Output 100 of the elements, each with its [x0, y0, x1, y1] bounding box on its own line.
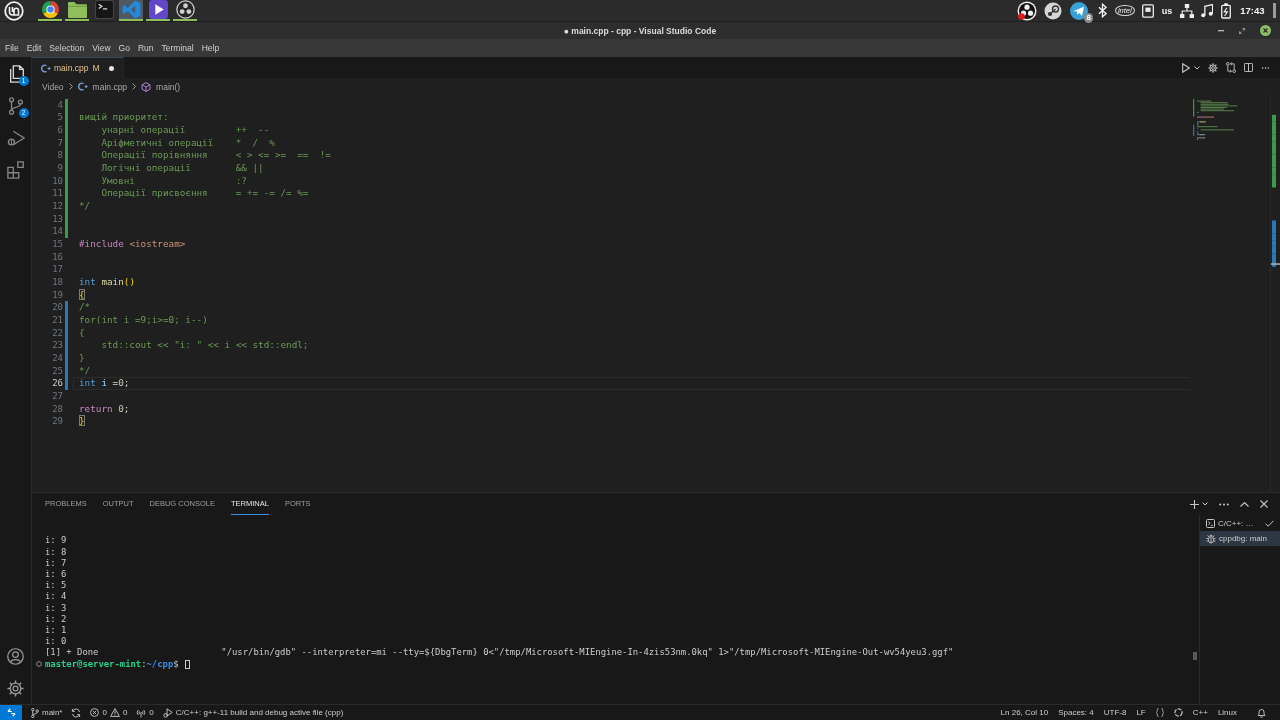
files-icon[interactable] [7, 64, 24, 83]
menu-item[interactable]: Edit [22, 43, 46, 53]
remote-button[interactable] [0, 705, 22, 720]
chevron-right-icon [68, 83, 73, 90]
bell-icon[interactable] [1257, 707, 1266, 718]
minimize-icon[interactable] [1218, 29, 1224, 32]
paper-plane-icon[interactable] [1069, 1, 1088, 20]
code-line: Умовні :? [101, 174, 247, 188]
taskbar-button[interactable] [173, 0, 197, 21]
ring-logo-icon[interactable] [1016, 0, 1037, 21]
problems-button[interactable]: 0 0 [90, 708, 128, 717]
plus-icon[interactable] [1190, 499, 1199, 509]
split-editor-icon[interactable] [1244, 63, 1253, 72]
extensions-icon[interactable] [6, 160, 25, 179]
terminal-line: i: 8 [45, 546, 67, 558]
more-icon[interactable] [1219, 502, 1229, 506]
menu-item[interactable]: Run [133, 43, 158, 53]
settings-icon[interactable] [7, 680, 24, 697]
music-note-icon[interactable] [1201, 3, 1214, 18]
keyboard-layout[interactable]: us [1161, 5, 1173, 16]
code-line: std::cout << "i: " << i << std::endl; [101, 339, 309, 352]
menu-item[interactable]: View [88, 43, 115, 53]
antenna-icon [136, 707, 147, 718]
line-number: 26 [51, 377, 63, 390]
terminal-line: i: 1 [45, 625, 67, 637]
bug-icon [1206, 533, 1216, 544]
clock[interactable]: 17:43 [1240, 5, 1265, 16]
browser-icon [40, 0, 60, 19]
line-number: 16 [51, 250, 63, 264]
code-editor-icon [121, 0, 141, 19]
ring-icon[interactable] [1173, 708, 1183, 717]
taskbar-button[interactable] [92, 0, 116, 21]
run-debug-icon[interactable] [6, 128, 25, 147]
bluetooth-icon[interactable] [1098, 3, 1108, 18]
battery-icon[interactable] [1220, 2, 1231, 19]
line-number: 29 [51, 415, 63, 428]
indentation-button[interactable]: Spaces: 4 [1058, 708, 1094, 717]
error-icon [90, 708, 100, 717]
settings-icon[interactable] [1208, 62, 1218, 73]
code-line: { [79, 326, 85, 340]
count-badge: 8 [1084, 12, 1093, 23]
menu-item[interactable]: Help [197, 43, 224, 53]
branch-icon [31, 707, 39, 718]
caret-icon[interactable] [1194, 65, 1200, 70]
menu-item[interactable]: Selection [45, 43, 89, 53]
terminal-line: i: 6 [45, 569, 67, 581]
line-number: 19 [51, 288, 63, 302]
drive-icon[interactable] [1142, 3, 1155, 18]
caret-icon[interactable] [1202, 502, 1208, 506]
breadcrumb-item[interactable]: main() [156, 81, 181, 92]
close-icon[interactable] [1260, 500, 1268, 508]
terminal-line: i: 7 [45, 557, 67, 569]
scrollbar[interactable] [1193, 652, 1197, 660]
compare-icon[interactable] [1226, 62, 1236, 73]
breadcrumb-item[interactable]: main.cpp [92, 81, 128, 92]
encoding-button[interactable]: UTF-8 [1103, 708, 1127, 717]
cpp-file-icon [41, 63, 51, 73]
line-number: 8 [56, 149, 63, 162]
menu-item[interactable]: Go [114, 43, 134, 53]
account-icon[interactable] [7, 648, 24, 665]
close-icon[interactable] [1260, 25, 1271, 36]
media-player-icon [148, 0, 168, 19]
code-line: int main() [79, 275, 135, 289]
terminal-list-item[interactable]: cppdbg: main [1200, 531, 1280, 546]
disc-logo-icon[interactable] [1044, 1, 1063, 20]
chevron-right-icon [132, 83, 137, 90]
menu-item[interactable]: File [1, 43, 23, 53]
source-control-icon[interactable] [7, 96, 24, 115]
cursor-position[interactable]: Ln 26, Col 10 [1000, 708, 1049, 717]
terminal-list-item[interactable]: C/C++: … [1200, 516, 1280, 531]
chevron-up-icon[interactable] [1240, 501, 1249, 507]
editor-tab[interactable]: main.cpp M [32, 57, 124, 78]
platform-button[interactable]: Linux [1217, 708, 1237, 717]
network-icon[interactable] [1179, 3, 1194, 18]
code-line: унарні операції ++ -- [101, 123, 270, 137]
branch-button[interactable]: main* [31, 707, 63, 718]
warning-icon [109, 708, 120, 717]
maximize-icon[interactable] [1239, 27, 1245, 34]
ports-button[interactable]: 0 [136, 707, 154, 718]
breadcrumb-item[interactable]: Video [42, 81, 64, 92]
menu-logo-icon[interactable] [4, 0, 24, 21]
code-line: вищій приоритет: [79, 111, 169, 124]
menu-item[interactable]: Terminal [157, 43, 198, 53]
terminal-icon [1206, 519, 1215, 528]
play-icon[interactable] [1182, 62, 1190, 73]
more-icon[interactable] [1261, 66, 1270, 69]
braces-icon[interactable] [1155, 708, 1164, 717]
terminal-line: [1] + Done "/usr/bin/gdb" --interpreter=mi --tty=${DbgTerm} 0<"/tmp/Microsoft-MIEngine-In-4zis53nm.0kq" 1>"/tmp/Microsoft-MIEngine-Out-wv54yeu3.ggf" [45, 647, 954, 659]
taskbar-button[interactable] [38, 0, 62, 21]
language-button[interactable]: C++ [1192, 708, 1208, 717]
line-number: 28 [51, 402, 63, 416]
line-ending-button[interactable]: LF [1136, 708, 1146, 717]
code-line: /* [79, 301, 91, 314]
sync-icon[interactable] [71, 707, 82, 718]
circle-icon [36, 661, 42, 668]
run-task-button[interactable]: C/C++: g++-11 build and debug active file (cpp) [162, 707, 344, 718]
code-line: Логічні операції && || [101, 161, 264, 175]
taskbar-button[interactable] [146, 0, 170, 21]
text-cursor-icon [184, 659, 190, 669]
taskbar-button[interactable] [65, 0, 89, 21]
